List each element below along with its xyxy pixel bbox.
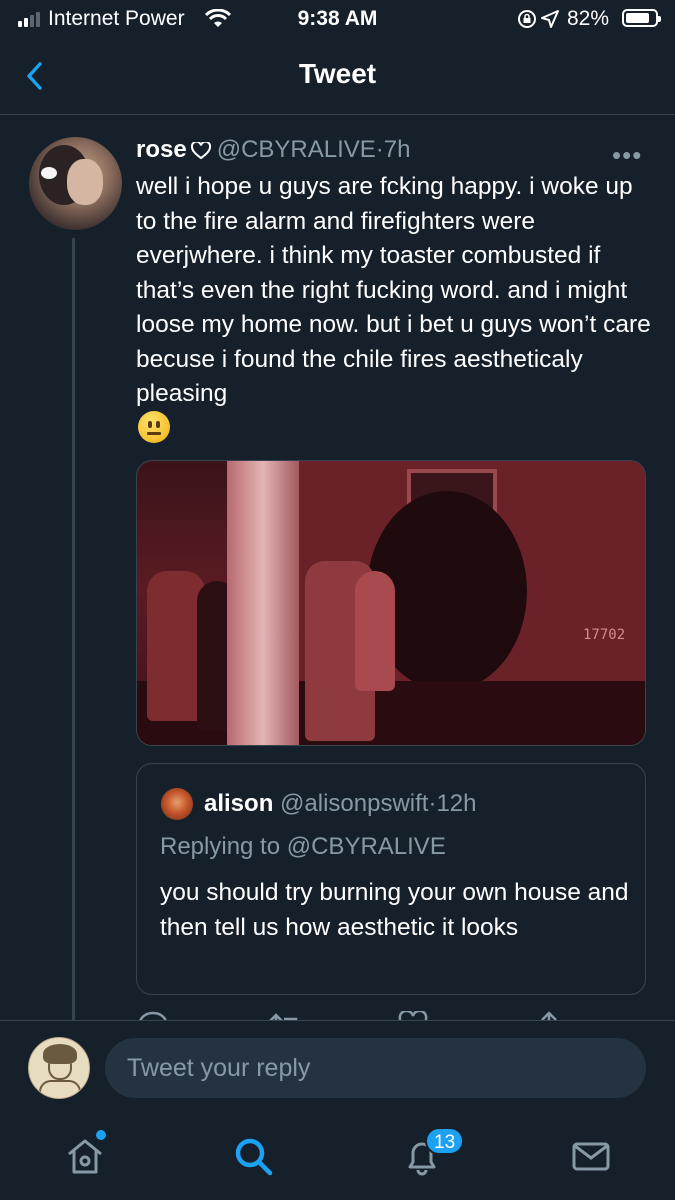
quoted-author-handle: @alisonpswift (280, 790, 429, 817)
heart-outline-icon (190, 142, 211, 160)
author-handle[interactable]: @CBYRALIVE (217, 136, 376, 163)
share-icon[interactable] (534, 1011, 564, 1020)
reply-input[interactable] (105, 1038, 646, 1098)
battery-percent: 82% (567, 7, 610, 30)
quoted-tweet-header: alison @alisonpswift·12h (204, 790, 477, 818)
quoted-tweet-time: 12h (436, 790, 477, 817)
separator-dot: · (375, 136, 384, 163)
tweet-header: rose @CBYRALIVE·7h (136, 136, 411, 164)
reply-composer (0, 1020, 675, 1116)
quoted-author-avatar (161, 788, 193, 820)
tweet-photo[interactable]: 17702 (136, 460, 646, 746)
location-arrow-icon (541, 10, 559, 28)
replying-to: Replying to @CBYRALIVE (160, 833, 446, 860)
new-content-dot (96, 1130, 106, 1140)
house-number: 17702 (583, 627, 626, 643)
battery-icon (622, 9, 661, 27)
more-options-icon[interactable]: ••• (612, 140, 642, 171)
retweet-icon[interactable] (266, 1011, 306, 1020)
page-title: Tweet (298, 58, 377, 89)
tab-bar (0, 1116, 675, 1200)
author-name[interactable]: rose (136, 136, 187, 163)
tweet-actions (136, 1005, 646, 1020)
home-icon[interactable] (63, 1134, 107, 1178)
battery-level (626, 13, 649, 23)
quoted-tweet-text: you should try burning your own house an… (160, 879, 629, 941)
user-avatar[interactable] (28, 1037, 90, 1099)
top-bar: Tweet (0, 40, 675, 115)
reply-icon[interactable] (138, 1011, 168, 1020)
search-icon[interactable] (231, 1134, 275, 1178)
tweet-text: well i hope u guys are fcking happy. i w… (136, 173, 651, 407)
author-avatar[interactable] (29, 137, 122, 230)
mail-icon[interactable] (569, 1134, 613, 1178)
notifications-badge: 13 (425, 1127, 465, 1155)
rotation-lock-icon (518, 10, 536, 28)
quoted-tweet[interactable]: alison @alisonpswift·12h Replying to @CB… (136, 763, 646, 995)
thread-line (72, 238, 75, 1020)
status-bar: Internet Power 9:38 AM 82% (0, 0, 675, 40)
like-icon[interactable] (398, 1011, 428, 1020)
quoted-author-name: alison (204, 790, 274, 817)
tweet-time: 7h (383, 136, 411, 163)
neutral-face-emoji (138, 411, 170, 443)
